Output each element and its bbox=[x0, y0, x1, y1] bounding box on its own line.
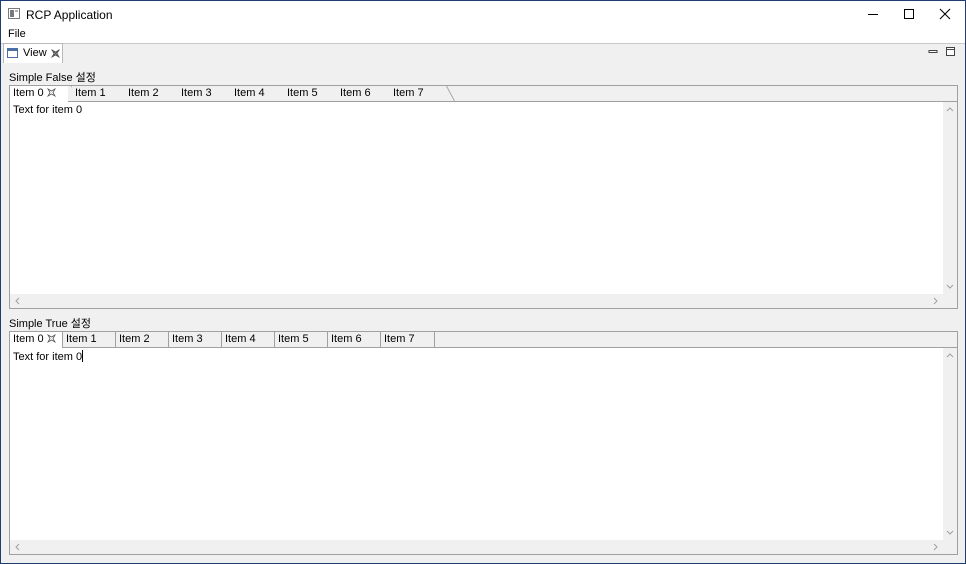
group-label-simple-true: Simple True 설정 bbox=[9, 318, 91, 330]
tab-label: Item 6 bbox=[340, 87, 371, 99]
view-maximize-icon[interactable] bbox=[946, 47, 956, 57]
tab-label: Item 5 bbox=[287, 87, 318, 99]
tab-item-2[interactable]: Item 2 bbox=[116, 332, 169, 347]
tab-label: Item 1 bbox=[75, 87, 106, 99]
maximize-button[interactable] bbox=[889, 1, 929, 27]
maximize-icon bbox=[904, 9, 914, 19]
tab-label: Item 0 bbox=[13, 333, 44, 345]
tab-text-area[interactable]: Text for item 0 bbox=[10, 348, 943, 540]
tab-text: Text for item 0 bbox=[13, 351, 83, 363]
tab-item-3[interactable]: Item 3 bbox=[169, 332, 222, 347]
tab-text: Text for item 0 bbox=[13, 104, 83, 116]
tab-item-0[interactable]: Item 0 bbox=[10, 332, 63, 348]
view-icon bbox=[7, 48, 18, 58]
tab-label: Item 1 bbox=[66, 333, 97, 345]
minimize-icon bbox=[868, 14, 878, 15]
vertical-scrollbar[interactable] bbox=[943, 348, 957, 540]
tab-item-1[interactable]: Item 1 bbox=[72, 86, 125, 101]
tab-label: Item 4 bbox=[225, 333, 256, 345]
tab-text-area[interactable]: Text for item 0 bbox=[10, 102, 943, 294]
tab-label: Item 6 bbox=[331, 333, 362, 345]
tab-item-0[interactable]: Item 0 bbox=[10, 86, 68, 102]
vertical-scrollbar[interactable] bbox=[943, 102, 957, 294]
tab-item-6[interactable]: Item 6 bbox=[337, 86, 390, 101]
tab-strip: Item 0 Item 1 Item 2 Item 3 Item 4 Item … bbox=[10, 332, 957, 348]
view-tab-close-icon[interactable] bbox=[51, 49, 60, 58]
tab-label: Item 5 bbox=[278, 333, 309, 345]
tab-label: Item 4 bbox=[234, 87, 265, 99]
window-title: RCP Application bbox=[26, 8, 113, 22]
title-bar[interactable]: RCP Application bbox=[1, 1, 965, 27]
tab-item-2[interactable]: Item 2 bbox=[125, 86, 178, 101]
tab-item-7[interactable]: Item 7 bbox=[390, 86, 443, 101]
close-button[interactable] bbox=[925, 1, 965, 27]
scroll-down-icon[interactable] bbox=[946, 284, 954, 290]
scroll-left-icon[interactable] bbox=[14, 297, 20, 305]
tab-label: Item 0 bbox=[13, 87, 44, 99]
tabfolder-simple-true: Item 0 Item 1 Item 2 Item 3 Item 4 Item … bbox=[9, 331, 958, 555]
scroll-up-icon[interactable] bbox=[946, 352, 954, 358]
tab-label: Item 3 bbox=[172, 333, 203, 345]
scrollbar-corner bbox=[943, 294, 957, 308]
application-window: RCP Application File View Simple False 설… bbox=[0, 0, 966, 564]
tab-item-7[interactable]: Item 7 bbox=[381, 332, 435, 347]
tab-label: Item 7 bbox=[393, 87, 424, 99]
tab-strip: Item 0 Item 1 Item 2 Item 3 Item 4 Item … bbox=[10, 86, 957, 102]
tab-item-5[interactable]: Item 5 bbox=[275, 332, 328, 347]
view-content: Simple False 설정 Item 0 Item 1 Item 2 Ite… bbox=[1, 63, 965, 563]
tab-item-4[interactable]: Item 4 bbox=[231, 86, 284, 101]
tab-item-1[interactable]: Item 1 bbox=[63, 332, 116, 347]
view-minimize-icon[interactable] bbox=[928, 47, 938, 57]
horizontal-scrollbar[interactable] bbox=[10, 540, 943, 554]
scroll-right-icon[interactable] bbox=[933, 297, 939, 305]
tab-label: Item 3 bbox=[181, 87, 212, 99]
app-window-icon bbox=[8, 8, 20, 19]
scroll-up-icon[interactable] bbox=[946, 106, 954, 112]
minimize-button[interactable] bbox=[853, 1, 893, 27]
scrollbar-corner bbox=[943, 540, 957, 554]
tab-label: Item 7 bbox=[384, 333, 415, 345]
view-tab[interactable]: View bbox=[3, 43, 63, 63]
text-caret bbox=[82, 350, 84, 362]
menu-bar: File bbox=[1, 27, 965, 43]
horizontal-scrollbar[interactable] bbox=[10, 294, 943, 308]
group-label-simple-false: Simple False 설정 bbox=[9, 72, 96, 84]
tab-item-6[interactable]: Item 6 bbox=[328, 332, 381, 347]
tab-item-4[interactable]: Item 4 bbox=[222, 332, 275, 347]
scroll-down-icon[interactable] bbox=[946, 530, 954, 536]
tab-close-icon[interactable] bbox=[47, 88, 56, 97]
scroll-left-icon[interactable] bbox=[14, 543, 20, 551]
tabfolder-simple-false: Item 0 Item 1 Item 2 Item 3 Item 4 Item … bbox=[9, 85, 958, 309]
close-icon bbox=[939, 8, 951, 20]
view-tab-label: View bbox=[23, 47, 47, 59]
tab-label: Item 2 bbox=[128, 87, 159, 99]
tab-item-5[interactable]: Item 5 bbox=[284, 86, 337, 101]
view-tab-row: View bbox=[1, 43, 965, 63]
scroll-right-icon[interactable] bbox=[933, 543, 939, 551]
tab-item-3[interactable]: Item 3 bbox=[178, 86, 231, 101]
menu-file[interactable]: File bbox=[8, 28, 26, 40]
tab-close-icon[interactable] bbox=[47, 334, 56, 343]
tab-label: Item 2 bbox=[119, 333, 150, 345]
